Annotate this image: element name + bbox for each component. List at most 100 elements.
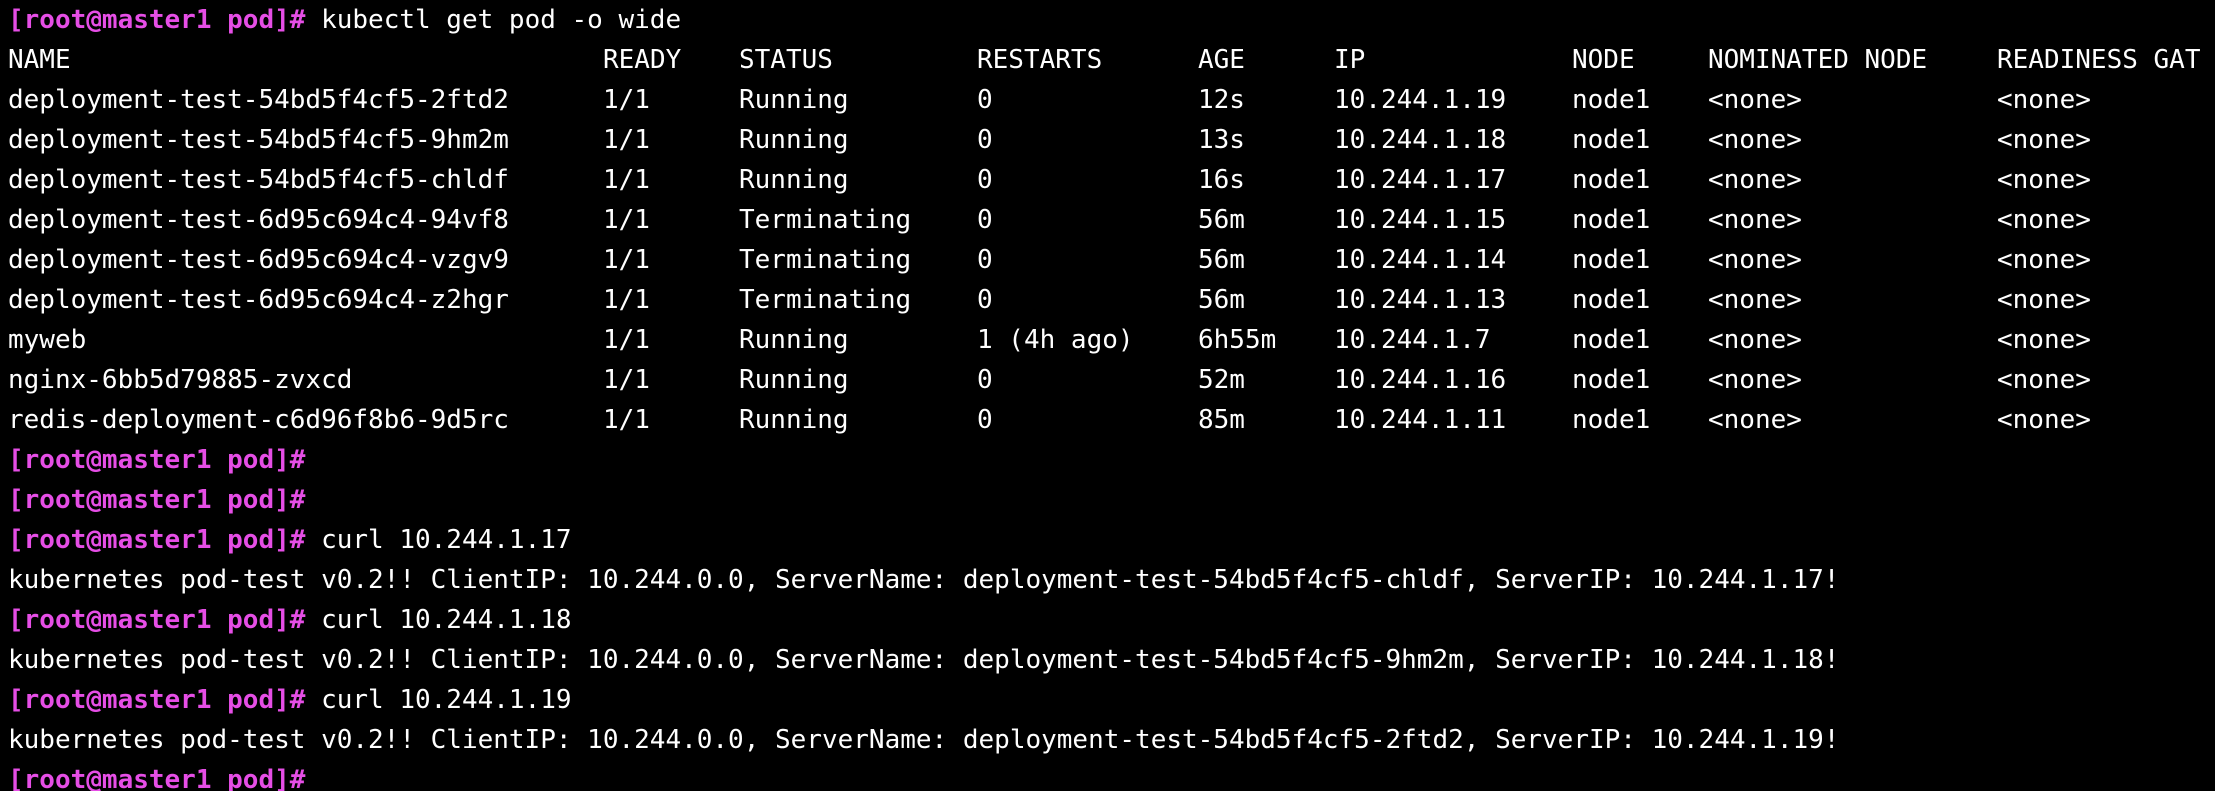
shell-prompt: [root@master1 pod]#: [8, 765, 306, 791]
header-restarts: RESTARTS: [977, 45, 1103, 75]
pod-node: node1: [1572, 125, 1651, 155]
pod-nominated-node: <none>: [1708, 125, 1802, 155]
pod-node: node1: [1572, 165, 1651, 195]
command-output: kubernetes pod-test v0.2!! ClientIP: 10.…: [8, 565, 1840, 595]
table-row: deployment-test-6d95c694c4-94vf8 1/1 Ter…: [8, 200, 2215, 240]
pod-ready: 1/1: [603, 165, 650, 195]
pod-nominated-node: <none>: [1708, 365, 1802, 395]
pod-name: myweb: [8, 325, 87, 355]
pod-node: node1: [1572, 365, 1651, 395]
pod-readiness-gates: <none>: [1997, 285, 2091, 315]
command-output: kubernetes pod-test v0.2!! ClientIP: 10.…: [8, 645, 1840, 675]
terminal-window[interactable]: [root@master1 pod]# kubectl get pod -o w…: [0, 0, 2215, 791]
pod-ip: 10.244.1.11: [1334, 405, 1507, 435]
pod-ip: 10.244.1.17: [1334, 165, 1507, 195]
pod-name: redis-deployment-c6d96f8b6-9d5rc: [8, 405, 509, 435]
header-status: STATUS: [739, 45, 833, 75]
pod-restarts: 1 (4h ago): [977, 325, 1134, 355]
table-row: myweb 1/1 Running 1 (4h ago) 6h55m 10.24…: [8, 320, 2215, 360]
table-row: redis-deployment-c6d96f8b6-9d5rc 1/1 Run…: [8, 400, 2215, 440]
empty-prompt-line: [root@master1 pod]#: [8, 480, 305, 520]
pod-ip: 10.244.1.13: [1334, 285, 1507, 315]
pod-restarts: 0: [977, 365, 993, 395]
pod-ready: 1/1: [603, 405, 650, 435]
pod-age: 16s: [1198, 165, 1245, 195]
pod-nominated-node: <none>: [1708, 245, 1802, 275]
table-row: deployment-test-54bd5f4cf5-chldf 1/1 Run…: [8, 160, 2215, 200]
pod-age: 56m: [1198, 245, 1245, 275]
pod-restarts: 0: [977, 165, 993, 195]
empty-prompt-line: [root@master1 pod]#: [8, 440, 305, 480]
pod-status: Terminating: [739, 285, 912, 315]
header-name: NAME: [8, 45, 71, 75]
pod-ip: 10.244.1.16: [1334, 365, 1507, 395]
pod-ip: 10.244.1.18: [1334, 125, 1507, 155]
pod-nominated-node: <none>: [1708, 165, 1802, 195]
table-row: nginx-6bb5d79885-zvxcd 1/1 Running 0 52m…: [8, 360, 2215, 400]
pod-name: deployment-test-54bd5f4cf5-chldf: [8, 165, 509, 195]
pod-nominated-node: <none>: [1708, 405, 1802, 435]
pod-status: Running: [739, 125, 849, 155]
pod-status: Running: [739, 405, 849, 435]
table-row: deployment-test-6d95c694c4-vzgv9 1/1 Ter…: [8, 240, 2215, 280]
pod-name: deployment-test-6d95c694c4-94vf8: [8, 205, 509, 235]
pod-ready: 1/1: [603, 365, 650, 395]
pod-status: Running: [739, 365, 849, 395]
pod-age: 52m: [1198, 365, 1245, 395]
command-line: [root@master1 pod]# kubectl get pod -o w…: [8, 0, 681, 40]
pod-ip: 10.244.1.7: [1334, 325, 1491, 355]
pod-restarts: 0: [977, 405, 993, 435]
pod-readiness-gates: <none>: [1997, 85, 2091, 115]
header-node: NODE: [1572, 45, 1635, 75]
table-row: deployment-test-54bd5f4cf5-9hm2m 1/1 Run…: [8, 120, 2215, 160]
header-nominated-node: NOMINATED NODE: [1708, 45, 1928, 75]
pod-ip: 10.244.1.15: [1334, 205, 1507, 235]
pod-readiness-gates: <none>: [1997, 245, 2091, 275]
pod-ready: 1/1: [603, 85, 650, 115]
pod-restarts: 0: [977, 205, 993, 235]
pod-restarts: 0: [977, 125, 993, 155]
pod-ready: 1/1: [603, 205, 650, 235]
pod-nominated-node: <none>: [1708, 205, 1802, 235]
pod-status: Running: [739, 165, 849, 195]
pod-status: Running: [739, 325, 849, 355]
pod-ready: 1/1: [603, 245, 650, 275]
pod-name: deployment-test-54bd5f4cf5-2ftd2: [8, 85, 509, 115]
pod-ready: 1/1: [603, 285, 650, 315]
pod-age: 56m: [1198, 205, 1245, 235]
header-ready: READY: [603, 45, 682, 75]
pod-name: deployment-test-6d95c694c4-vzgv9: [8, 245, 509, 275]
pod-age: 12s: [1198, 85, 1245, 115]
command-line: [root@master1 pod]# curl 10.244.1.18: [8, 600, 572, 640]
pod-age: 6h55m: [1198, 325, 1277, 355]
table-row: deployment-test-54bd5f4cf5-2ftd2 1/1 Run…: [8, 80, 2215, 120]
pod-ip: 10.244.1.14: [1334, 245, 1507, 275]
pod-readiness-gates: <none>: [1997, 325, 2091, 355]
header-readiness-gates: READINESS GAT: [1997, 45, 2201, 75]
pod-readiness-gates: <none>: [1997, 165, 2091, 195]
active-prompt-line[interactable]: [root@master1 pod]#: [8, 760, 305, 791]
shell-prompt: [root@master1 pod]#: [8, 525, 306, 555]
pod-ready: 1/1: [603, 125, 650, 155]
command-line: [root@master1 pod]# curl 10.244.1.19: [8, 680, 572, 720]
pod-node: node1: [1572, 325, 1651, 355]
pod-restarts: 0: [977, 245, 993, 275]
pod-nominated-node: <none>: [1708, 325, 1802, 355]
pod-ready: 1/1: [603, 325, 650, 355]
header-age: AGE: [1198, 45, 1245, 75]
pod-name: deployment-test-6d95c694c4-z2hgr: [8, 285, 509, 315]
shell-prompt: [root@master1 pod]#: [8, 605, 306, 635]
pod-name: nginx-6bb5d79885-zvxcd: [8, 365, 353, 395]
pod-status: Running: [739, 85, 849, 115]
pod-restarts: 0: [977, 85, 993, 115]
pod-readiness-gates: <none>: [1997, 125, 2091, 155]
command-text: curl 10.244.1.18: [305, 605, 572, 635]
pod-age: 56m: [1198, 285, 1245, 315]
pod-node: node1: [1572, 85, 1651, 115]
command-line: [root@master1 pod]# curl 10.244.1.17: [8, 520, 572, 560]
pod-age: 85m: [1198, 405, 1245, 435]
pod-readiness-gates: <none>: [1997, 205, 2091, 235]
pod-node: node1: [1572, 405, 1651, 435]
command-text: curl 10.244.1.17: [305, 525, 572, 555]
pod-node: node1: [1572, 285, 1651, 315]
